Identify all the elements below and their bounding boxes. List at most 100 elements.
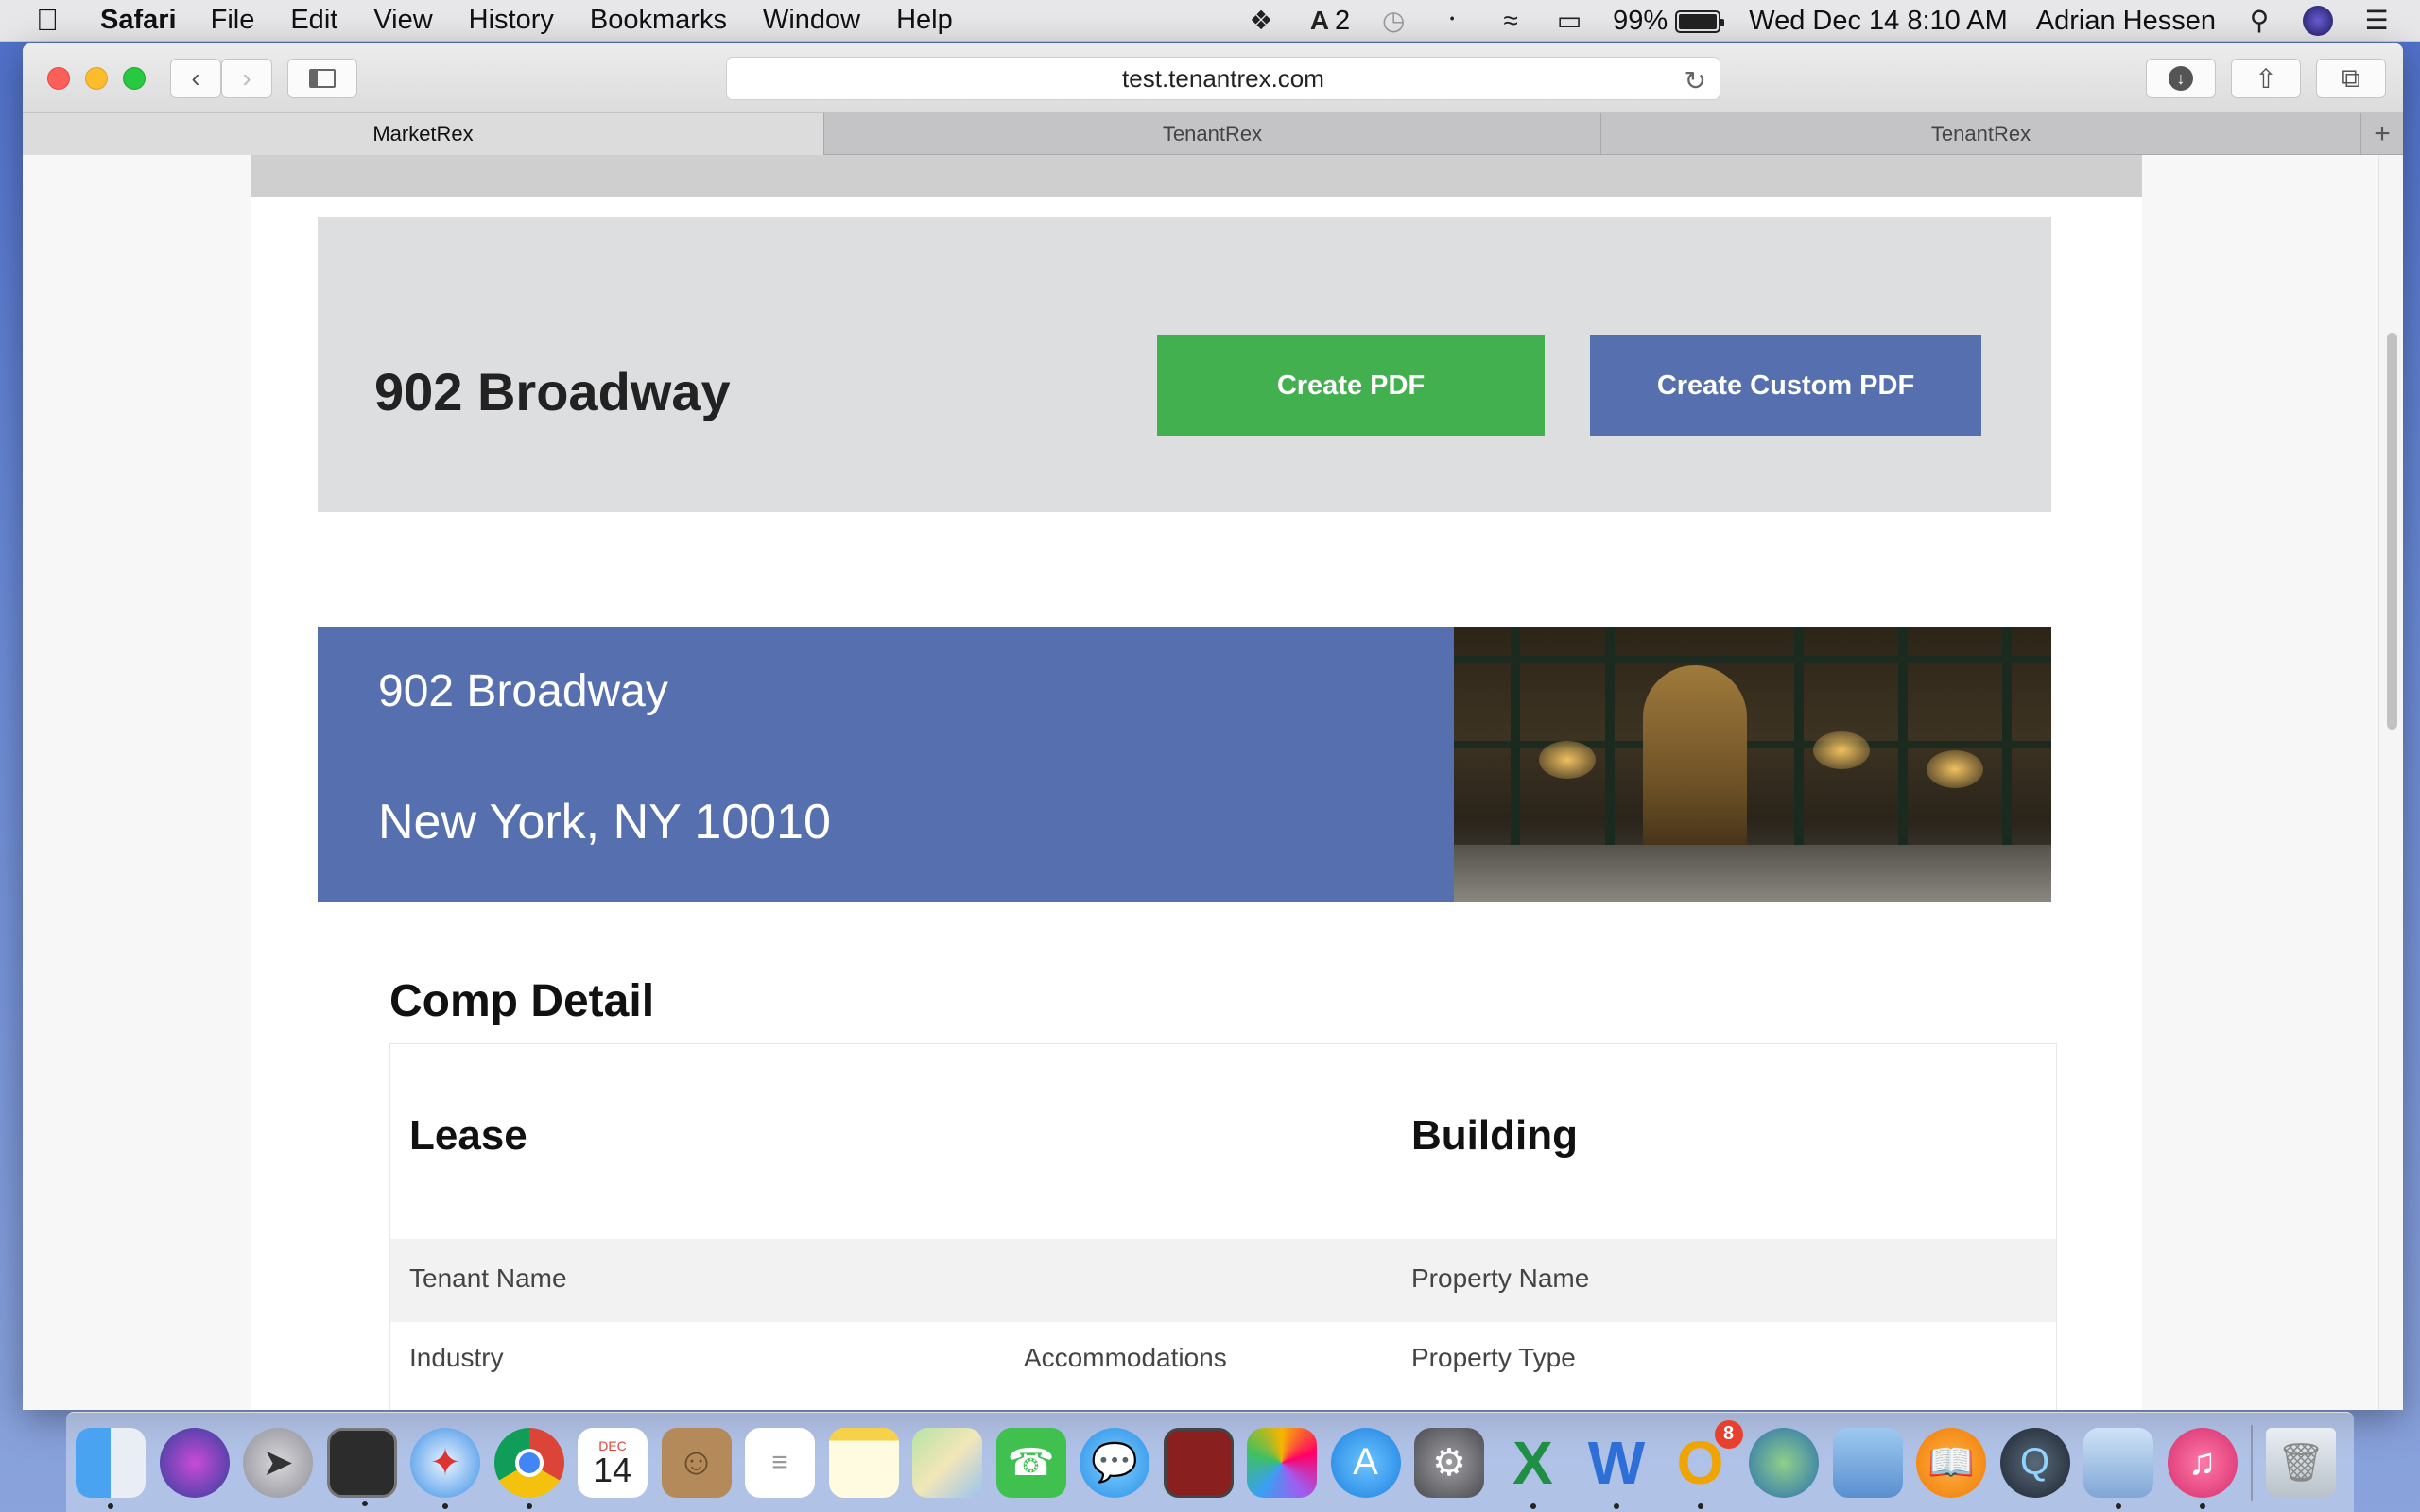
outlook-icon[interactable]: O8 bbox=[1666, 1419, 1743, 1509]
contacts-icon[interactable]: ☺ bbox=[661, 1427, 732, 1498]
battery-level bbox=[1679, 13, 1718, 29]
excel-icon[interactable]: X bbox=[1498, 1428, 1568, 1509]
light-glow bbox=[1813, 731, 1870, 769]
airplay-icon[interactable]: ▭ bbox=[1554, 6, 1584, 36]
photo-booth-2-icon[interactable] bbox=[1163, 1427, 1234, 1498]
status-area: ❖ A2 ◷ ᛫ ≈ ▭ 99% Wed Dec 14 8:10 AM Adri… bbox=[1218, 0, 2392, 42]
remote-desktop-icon[interactable] bbox=[1832, 1427, 1903, 1498]
siri-icon[interactable]: o bbox=[2303, 6, 2333, 36]
scaffold-rail bbox=[1454, 656, 2051, 663]
facetime-icon[interactable]: ☎ bbox=[995, 1427, 1066, 1498]
time-machine-icon[interactable]: ◷ bbox=[1378, 6, 1409, 36]
photo-booth-icon[interactable] bbox=[326, 1427, 397, 1506]
ibooks-icon[interactable]: 📖 bbox=[1916, 1427, 1986, 1498]
wifi-icon[interactable]: ≈ bbox=[1495, 6, 1526, 36]
chrome-center bbox=[514, 1448, 544, 1477]
network-icon[interactable] bbox=[1749, 1427, 1819, 1498]
menu-file[interactable]: File bbox=[211, 5, 255, 36]
reminders-icon[interactable]: ≡ bbox=[745, 1427, 815, 1498]
finder-icon[interactable] bbox=[76, 1427, 146, 1509]
messages-icon[interactable]: 💬 bbox=[1080, 1427, 1150, 1498]
photos-icon[interactable] bbox=[1247, 1427, 1317, 1498]
running-indicator bbox=[2116, 1503, 2121, 1509]
maps-icon[interactable] bbox=[912, 1427, 982, 1498]
word-icon[interactable]: W bbox=[1582, 1428, 1651, 1509]
close-window-button[interactable] bbox=[47, 67, 70, 90]
adobe-status[interactable]: A2 bbox=[1305, 6, 1350, 37]
downloads-button[interactable]: ↓ bbox=[2146, 59, 2216, 98]
web-page: 902 Broadway Create PDF Create Custom PD… bbox=[23, 155, 2378, 1410]
menu-window[interactable]: Window bbox=[763, 5, 860, 36]
back-button[interactable]: ‹ bbox=[170, 59, 221, 98]
app-store-icon[interactable]: A bbox=[1330, 1427, 1401, 1498]
safari-toolbar: ‹ › test.tenantrex.com ↻ ↓ ⇧ ⧉ bbox=[23, 43, 2403, 113]
notes-icon[interactable] bbox=[828, 1427, 899, 1498]
safari-icon[interactable]: ✦ bbox=[410, 1427, 480, 1509]
comp-detail-table: Lease Building Tenant Name Property Name… bbox=[389, 1043, 2057, 1410]
user-name[interactable]: Adrian Hessen bbox=[2036, 6, 2216, 37]
running-indicator bbox=[1614, 1503, 1619, 1509]
menu-bookmarks[interactable]: Bookmarks bbox=[590, 5, 727, 36]
scaffold-rail bbox=[1454, 741, 2051, 748]
preview-icon[interactable] bbox=[2083, 1427, 2153, 1509]
share-button[interactable]: ⇧ bbox=[2231, 59, 2301, 98]
sidebar-toggle-button[interactable] bbox=[287, 59, 357, 98]
menu-history[interactable]: History bbox=[469, 5, 554, 36]
light-glow bbox=[1927, 750, 1983, 788]
plus-icon: + bbox=[2374, 118, 2391, 149]
menu-view[interactable]: View bbox=[373, 5, 432, 36]
property-name-label: Property Name bbox=[1411, 1263, 1590, 1293]
menu-app-name[interactable]: Safari bbox=[100, 5, 177, 36]
tab-tenantrex-1[interactable]: TenantRex bbox=[824, 113, 1601, 155]
lease-heading: Lease bbox=[409, 1112, 527, 1159]
running-indicator bbox=[2199, 1503, 2205, 1509]
apple-menu-icon[interactable]:  bbox=[36, 3, 72, 38]
spotlight-search-icon[interactable]: ⚲ bbox=[2244, 6, 2274, 36]
address-bar[interactable]: test.tenantrex.com ↻ bbox=[726, 57, 1720, 100]
vertical-scrollbar[interactable] bbox=[2378, 155, 2403, 1410]
share-icon: ⇧ bbox=[2255, 63, 2277, 94]
system-preferences-icon[interactable]: ⚙ bbox=[1414, 1427, 1484, 1498]
comp-detail-title: Comp Detail bbox=[389, 976, 655, 1026]
light-glow bbox=[1539, 741, 1596, 779]
sidewalk bbox=[1454, 845, 2051, 902]
itunes-icon[interactable]: ♫ bbox=[2167, 1427, 2238, 1509]
forward-button[interactable]: › bbox=[221, 59, 272, 98]
scrollbar-thumb[interactable] bbox=[2387, 333, 2397, 730]
safari-window: ‹ › test.tenantrex.com ↻ ↓ ⇧ ⧉ MarketRex… bbox=[23, 43, 2403, 1410]
url-text[interactable]: test.tenantrex.com bbox=[1122, 64, 1324, 94]
tab-marketrex[interactable]: MarketRex bbox=[23, 113, 824, 155]
tab-bar: MarketRex TenantRex TenantRex + bbox=[23, 113, 2403, 155]
building-heading: Building bbox=[1411, 1112, 1578, 1159]
tab-tenantrex-2[interactable]: TenantRex bbox=[1601, 113, 2361, 155]
launchpad-icon[interactable]: ➤ bbox=[243, 1427, 313, 1498]
chrome-icon[interactable] bbox=[493, 1427, 564, 1509]
new-tab-button[interactable]: + bbox=[2361, 113, 2403, 155]
street-view-photo bbox=[1454, 627, 2051, 902]
clock[interactable]: Wed Dec 14 8:10 AM bbox=[1749, 6, 2008, 37]
adobe-icon: A bbox=[1309, 5, 1330, 35]
adobe-count: 2 bbox=[1335, 5, 1351, 36]
notification-center-icon[interactable]: ☰ bbox=[2361, 6, 2392, 36]
create-pdf-button[interactable]: Create PDF bbox=[1157, 335, 1545, 436]
reload-icon[interactable]: ↻ bbox=[1685, 65, 1706, 96]
page-content: 902 Broadway Create PDF Create Custom PD… bbox=[251, 155, 2142, 1410]
quicktime-icon[interactable]: Q bbox=[1999, 1427, 2070, 1498]
create-custom-pdf-button[interactable]: Create Custom PDF bbox=[1590, 335, 1981, 436]
download-icon: ↓ bbox=[2169, 66, 2193, 91]
minimize-window-button[interactable] bbox=[85, 67, 108, 90]
show-tabs-button[interactable]: ⧉ bbox=[2316, 59, 2386, 98]
tabs-overview-icon: ⧉ bbox=[2342, 62, 2360, 93]
fullscreen-window-button[interactable] bbox=[123, 67, 146, 90]
battery-status[interactable]: 99% bbox=[1613, 6, 1725, 37]
menu-edit[interactable]: Edit bbox=[290, 5, 337, 36]
bluetooth-icon[interactable]: ᛫ bbox=[1437, 6, 1467, 36]
calendar-icon[interactable]: DEC 14 bbox=[578, 1427, 648, 1498]
outlook-badge: 8 bbox=[1714, 1419, 1743, 1449]
menu-help[interactable]: Help bbox=[896, 5, 953, 36]
battery-icon bbox=[1675, 9, 1725, 33]
dropbox-icon[interactable]: ❖ bbox=[1246, 6, 1276, 36]
trash-icon[interactable]: 🗑 bbox=[2266, 1427, 2336, 1498]
siri-app-icon[interactable] bbox=[159, 1427, 230, 1498]
property-header: 902 Broadway Create PDF Create Custom PD… bbox=[318, 217, 2051, 512]
